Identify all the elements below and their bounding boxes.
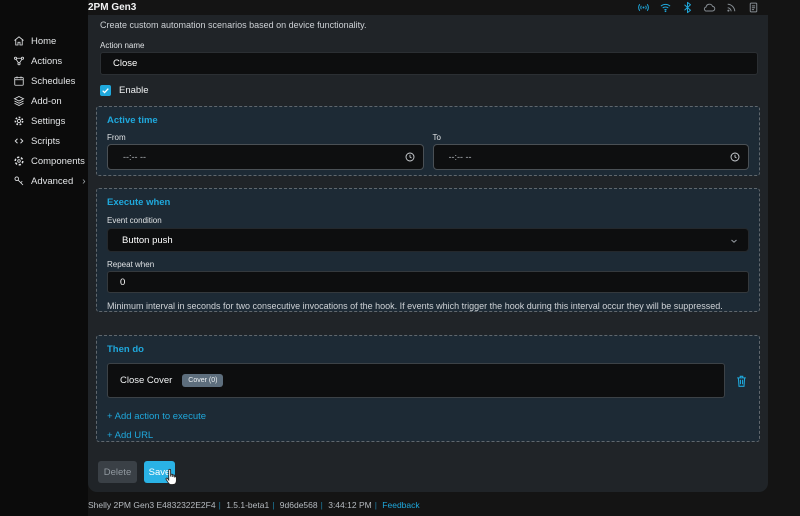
execute-when-title: Execute when	[107, 197, 749, 208]
footer-build: 9d6de568	[280, 500, 318, 510]
code-icon	[13, 135, 25, 147]
action-target-badge: Cover (0)	[182, 374, 223, 387]
add-url-link[interactable]: + Add URL	[107, 430, 749, 441]
sidebar-item-label: Schedules	[31, 76, 75, 87]
sidebar-item-label: Add-on	[31, 96, 62, 107]
footer-separator: |	[375, 500, 377, 510]
footer-separator: |	[219, 500, 221, 510]
configured-action[interactable]: Close Cover Cover (0)	[107, 363, 725, 398]
sidebar: Home Actions Schedules Add-on Settings S…	[0, 0, 88, 516]
repeat-when-label: Repeat when	[107, 260, 749, 269]
feedback-link[interactable]: Feedback	[382, 500, 419, 510]
components-icon	[13, 155, 25, 167]
action-name-input[interactable]	[100, 52, 758, 75]
repeat-when-input[interactable]	[107, 271, 749, 293]
home-icon	[13, 35, 25, 47]
delete-button[interactable]: Delete	[98, 461, 137, 483]
event-condition-value: Button push	[122, 235, 173, 246]
action-name-label: Action name	[100, 41, 756, 50]
chevron-down-icon	[729, 236, 739, 246]
sidebar-item-home[interactable]: Home	[0, 31, 88, 51]
actions-icon	[13, 55, 25, 67]
sidebar-item-scripts[interactable]: Scripts	[0, 131, 88, 151]
sidebar-item-label: Home	[31, 36, 56, 47]
checkmark-icon	[101, 86, 110, 95]
active-time-title: Active time	[107, 115, 749, 126]
from-label: From	[107, 133, 424, 142]
trash-icon[interactable]	[734, 373, 749, 389]
layers-icon	[13, 95, 25, 107]
sidebar-item-label: Components	[31, 156, 85, 167]
to-label: To	[433, 133, 750, 142]
sidebar-item-addon[interactable]: Add-on	[0, 91, 88, 111]
save-button[interactable]: Save	[144, 461, 175, 483]
device-title: 2PM Gen3	[88, 2, 136, 13]
sidebar-item-label: Advanced	[31, 176, 73, 187]
clock-icon[interactable]	[729, 151, 741, 163]
page-description: Create custom automation scenarios based…	[100, 20, 756, 30]
cloud-icon[interactable]	[703, 1, 716, 14]
calendar-icon	[13, 75, 25, 87]
status-icons	[637, 1, 760, 14]
event-condition-label: Event condition	[107, 216, 749, 225]
key-icon	[13, 175, 25, 187]
sidebar-item-label: Settings	[31, 116, 65, 127]
footer: Shelly 2PM Gen3 E4832322E2F4| 1.5.1-beta…	[88, 500, 800, 510]
chevron-right-icon: ›	[82, 176, 85, 187]
add-action-link[interactable]: + Add action to execute	[107, 411, 749, 422]
sidebar-item-advanced[interactable]: Advanced ›	[0, 171, 88, 191]
wifi-icon[interactable]	[659, 1, 672, 14]
sidebar-item-schedules[interactable]: Schedules	[0, 71, 88, 91]
then-do-title: Then do	[107, 344, 749, 355]
footer-time: 3:44:12 PM	[328, 500, 371, 510]
footer-separator: |	[272, 500, 274, 510]
clock-icon[interactable]	[404, 151, 416, 163]
sidebar-item-label: Scripts	[31, 136, 60, 147]
bluetooth-icon[interactable]	[681, 1, 694, 14]
footer-version: 1.5.1-beta1	[226, 500, 269, 510]
enable-label: Enable	[119, 85, 149, 96]
then-do-section: Then do Close Cover Cover (0) + Add acti…	[96, 335, 760, 442]
footer-device-id: Shelly 2PM Gen3 E4832322E2F4	[88, 500, 216, 510]
footer-separator: |	[321, 500, 323, 510]
sidebar-item-actions[interactable]: Actions	[0, 51, 88, 71]
sidebar-item-settings[interactable]: Settings	[0, 111, 88, 131]
action-label: Close Cover	[120, 375, 172, 386]
debug-log-icon[interactable]	[747, 1, 760, 14]
active-time-section: Active time From To	[96, 106, 760, 176]
event-condition-select[interactable]: Button push	[107, 228, 749, 252]
top-bar: 2PM Gen3	[88, 0, 800, 15]
gear-icon	[13, 115, 25, 127]
access-point-icon[interactable]	[637, 1, 650, 14]
sidebar-item-label: Actions	[31, 56, 62, 67]
repeat-help-text: Minimum interval in seconds for two cons…	[107, 301, 749, 312]
enable-checkbox[interactable]	[100, 85, 111, 96]
sidebar-item-components[interactable]: Components	[0, 151, 88, 171]
to-time-input[interactable]	[433, 144, 750, 170]
from-time-input[interactable]	[107, 144, 424, 170]
main-panel: Create custom automation scenarios based…	[88, 15, 768, 492]
mqtt-icon[interactable]	[725, 1, 738, 14]
execute-when-section: Execute when Event condition Button push…	[96, 188, 760, 312]
